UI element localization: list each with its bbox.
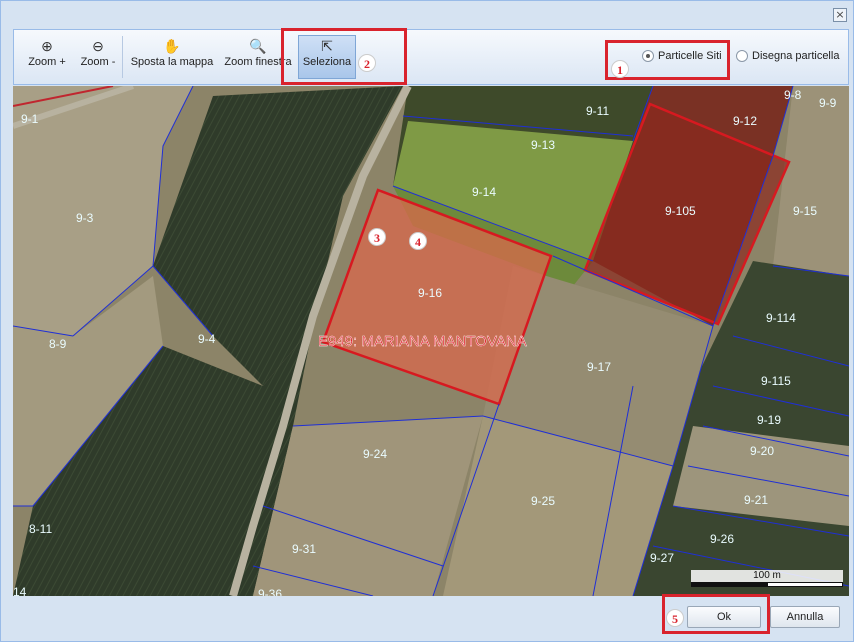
zoom-in-label: Zoom + bbox=[28, 56, 66, 68]
zoom-out-button[interactable]: ⊖ Zoom - bbox=[74, 36, 122, 80]
cancel-button[interactable]: Annulla bbox=[770, 606, 840, 628]
parcel-label: 9-16 bbox=[418, 286, 442, 300]
pan-button[interactable]: ✋ Sposta la mappa bbox=[128, 36, 216, 80]
scale-label: 100 m bbox=[691, 570, 843, 582]
parcel-label: 9-36 bbox=[258, 587, 282, 596]
zoom-in-button[interactable]: ⊕ Zoom + bbox=[20, 36, 74, 80]
scale-bar: 100 m bbox=[691, 568, 843, 590]
parcel-label: 9-15 bbox=[793, 204, 817, 218]
annotation-badge-2: 2 bbox=[358, 54, 376, 72]
parcel-label: 9-8 bbox=[784, 88, 802, 102]
parcel-label: 9-24 bbox=[363, 447, 387, 461]
annotation-badge-3: 3 bbox=[368, 228, 386, 246]
parcel-label: 9-115 bbox=[761, 374, 791, 388]
dialog-titlebar: × bbox=[1, 1, 853, 27]
parcel-label: 9-114 bbox=[766, 311, 796, 325]
parcel-label: 9-9 bbox=[819, 96, 837, 110]
annotation-badge-4: 4 bbox=[409, 232, 427, 250]
radio-label: Disegna particella bbox=[752, 50, 840, 63]
parcel-label: 9-31 bbox=[292, 542, 316, 556]
parcel-label: 9-17 bbox=[587, 360, 611, 374]
scale-bar-dark bbox=[691, 582, 767, 587]
zoom-in-icon: ⊕ bbox=[41, 38, 53, 54]
annotation-badge-5: 5 bbox=[666, 609, 684, 627]
parcel-label: 9-14 bbox=[472, 185, 496, 199]
zoom-out-icon: ⊖ bbox=[92, 38, 104, 54]
parcel-label: 9-20 bbox=[750, 444, 774, 458]
hand-icon: ✋ bbox=[163, 38, 181, 54]
close-icon[interactable]: × bbox=[833, 8, 847, 22]
parcel-label: 9-13 bbox=[531, 138, 555, 152]
map-canvas: 9-1 9-3 9-4 8-9 8-11 14 9-11 9-8 9-9 9-1… bbox=[13, 86, 849, 596]
parcel-label: 8-9 bbox=[49, 337, 67, 351]
parcel-label: 14 bbox=[13, 585, 27, 596]
parcel-label: 9-4 bbox=[198, 332, 216, 346]
satellite-map[interactable]: 9-1 9-3 9-4 8-9 8-11 14 9-11 9-8 9-9 9-1… bbox=[13, 86, 849, 596]
parcel-selection-dialog: × ⊕ Zoom + ⊖ Zoom - ✋ Sposta la mappa 🔍 … bbox=[0, 0, 854, 642]
parcel-label: 9-21 bbox=[744, 493, 768, 507]
parcel-label: 9-25 bbox=[531, 494, 555, 508]
parcel-label: 9-27 bbox=[650, 551, 674, 565]
parcel-label: 8-11 bbox=[29, 522, 52, 536]
annotation-badge-1: 1 bbox=[611, 60, 629, 78]
parcel-label: 9-11 bbox=[586, 104, 609, 118]
radio-dot bbox=[736, 50, 748, 63]
annotation-box-select bbox=[281, 28, 407, 85]
parcel-label: 9-105 bbox=[665, 204, 696, 218]
parcel-label: 9-19 bbox=[757, 413, 781, 427]
zoom-out-label: Zoom - bbox=[80, 56, 116, 68]
parcel-label: 9-3 bbox=[76, 211, 94, 225]
pan-label: Sposta la mappa bbox=[130, 56, 214, 68]
radio-disegna-particella[interactable]: Disegna particella bbox=[736, 50, 840, 63]
parcel-label: 9-26 bbox=[710, 532, 734, 546]
toolbar-separator bbox=[122, 36, 123, 78]
scale-bar-light bbox=[767, 582, 843, 587]
municipality-label: E949: MARIANA MANTOVANA bbox=[318, 333, 527, 350]
parcel-label: 9-12 bbox=[733, 114, 757, 128]
parcel-label: 9-1 bbox=[21, 112, 39, 126]
